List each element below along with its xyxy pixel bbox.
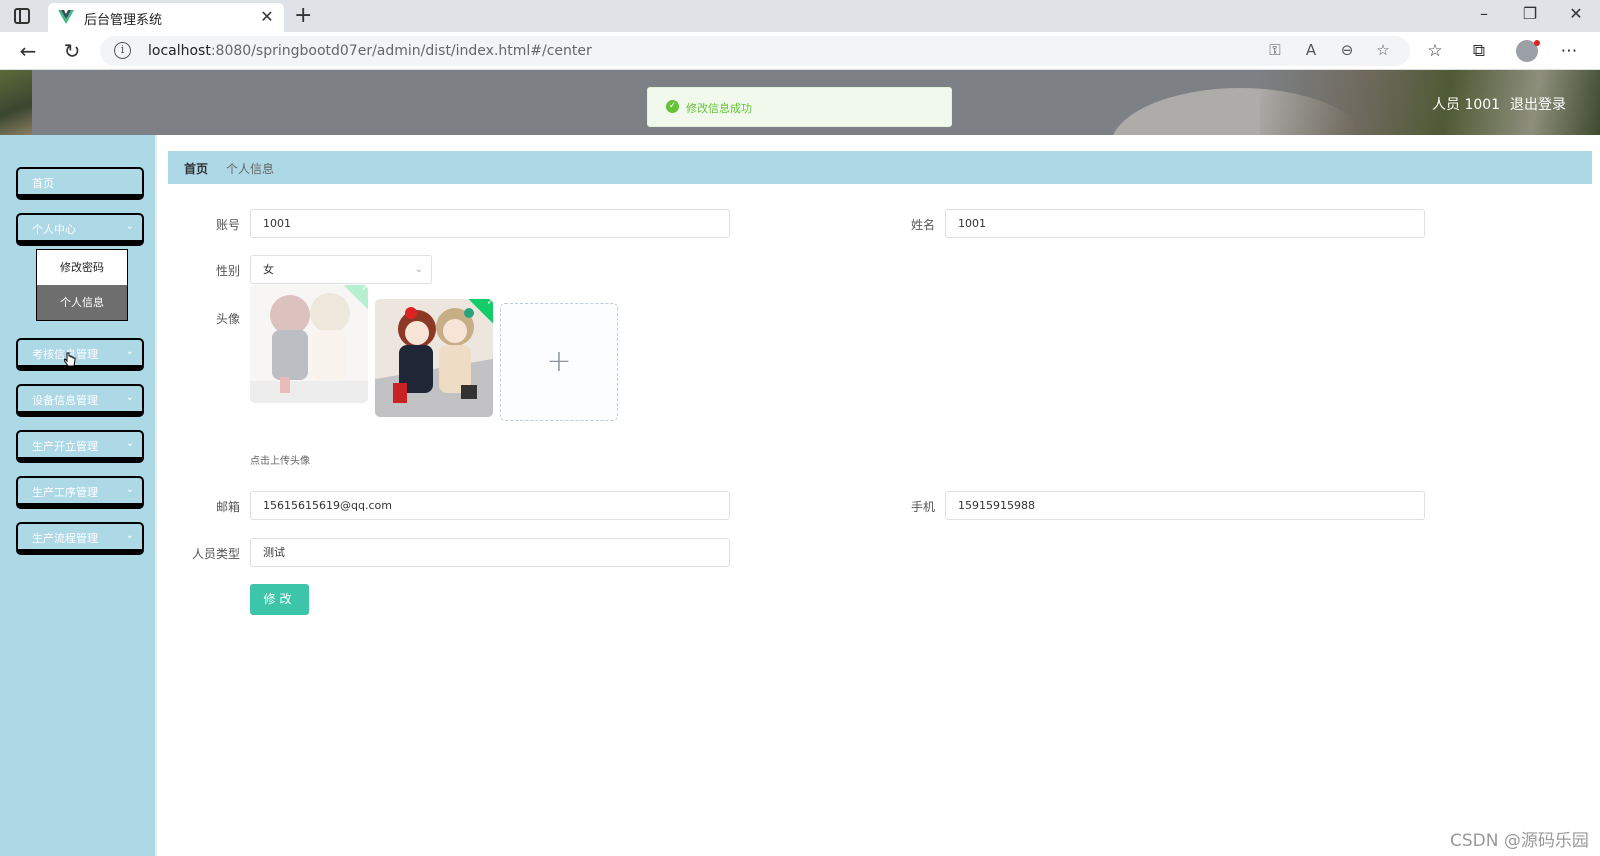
avatar-illustration bbox=[250, 285, 368, 403]
avatar-illustration bbox=[375, 299, 493, 417]
sidebar-item-label: 设备信息管理 bbox=[32, 394, 98, 407]
profile-status-dot bbox=[1534, 40, 1540, 46]
sidebar-item-equipment[interactable]: 设备信息管理 ⌄ bbox=[16, 384, 144, 417]
new-tab-icon[interactable]: + bbox=[294, 3, 312, 28]
logout-link[interactable]: 退出登录 bbox=[1510, 94, 1566, 114]
email-label: 邮箱 bbox=[215, 500, 240, 514]
sidebar-submenu: 修改密码 个人信息 bbox=[36, 249, 128, 321]
sidebar-item-personal-center[interactable]: 个人中心 ⌄ bbox=[16, 213, 144, 246]
sidebar-item-assessment[interactable]: 考核信息管理 ⌄ bbox=[16, 338, 144, 371]
avatar-label: 头像 bbox=[215, 312, 240, 326]
breadcrumb-home[interactable]: 首页 bbox=[184, 160, 208, 177]
browser-tab[interactable]: 后台管理系统 ✕ bbox=[48, 3, 284, 32]
email-field[interactable]: 15615615619@qq.com bbox=[250, 491, 730, 520]
avatar-image-current[interactable]: ✓ bbox=[375, 299, 493, 417]
chevron-down-icon: ⌄ bbox=[125, 221, 134, 232]
plus-icon: + bbox=[546, 344, 572, 379]
toast-message: 修改信息成功 bbox=[686, 102, 752, 115]
avatar-upload-button[interactable]: + bbox=[500, 303, 618, 421]
check-icon: ✓ bbox=[361, 285, 368, 294]
gender-select[interactable]: 女 ⌄ bbox=[250, 255, 432, 284]
read-aloud-icon[interactable]: A bbox=[1300, 41, 1322, 59]
sidebar-item-label: 生产开立管理 bbox=[32, 440, 98, 453]
sidebar-item-production-process[interactable]: 生产工序管理 ⌄ bbox=[16, 476, 144, 509]
submit-button[interactable]: 修改 bbox=[250, 584, 309, 615]
sidebar-item-label: 生产工序管理 bbox=[32, 486, 98, 499]
person-type-label: 人员类型 bbox=[191, 547, 240, 561]
current-user-label: 人员 1001 bbox=[1432, 97, 1501, 113]
avatar-image-previous[interactable]: ✓ bbox=[250, 285, 368, 403]
account-field[interactable]: 1001 bbox=[250, 209, 730, 238]
name-label: 姓名 bbox=[910, 218, 935, 232]
chevron-down-icon: ⌄ bbox=[125, 346, 134, 357]
success-check-icon: ✓ bbox=[666, 100, 679, 113]
sidebar-item-label: 个人中心 bbox=[32, 223, 76, 236]
restore-icon[interactable]: ❐ bbox=[1508, 4, 1552, 23]
zoom-out-icon[interactable]: ⊖ bbox=[1336, 41, 1358, 59]
chevron-down-icon: ⌄ bbox=[125, 392, 134, 403]
chevron-down-icon: ⌄ bbox=[125, 484, 134, 495]
browser-toolbar: ← ↻ i localhost:8080/springbootd07er/adm… bbox=[0, 32, 1600, 70]
phone-label: 手机 bbox=[910, 500, 935, 514]
chevron-down-icon: ⌄ bbox=[125, 530, 134, 541]
tab-actions-icon[interactable] bbox=[14, 8, 30, 24]
url-text[interactable]: localhost:8080/springbootd07er/admin/dis… bbox=[148, 43, 592, 59]
chevron-down-icon: ⌄ bbox=[414, 264, 423, 275]
sidebar-item-label: 首页 bbox=[32, 177, 54, 190]
submenu-item-change-password[interactable]: 修改密码 bbox=[37, 250, 127, 285]
account-label: 账号 bbox=[215, 218, 240, 232]
watermark: CSDN @源码乐园 bbox=[1450, 831, 1589, 851]
browser-tab-bar: 后台管理系统 ✕ + – ❐ ✕ bbox=[0, 0, 1600, 32]
sidebar-item-production-flow[interactable]: 生产流程管理 ⌄ bbox=[16, 522, 144, 555]
site-info-icon[interactable]: i bbox=[114, 42, 131, 59]
back-icon[interactable]: ← bbox=[14, 39, 42, 63]
minimize-icon[interactable]: – bbox=[1462, 4, 1506, 23]
sidebar-item-home[interactable]: 首页 bbox=[16, 167, 144, 200]
phone-field[interactable]: 15915915988 bbox=[945, 491, 1425, 520]
vue-logo-icon bbox=[58, 10, 74, 24]
gender-selected-value: 女 bbox=[263, 263, 274, 276]
sidebar-item-label: 生产流程管理 bbox=[32, 532, 98, 545]
submenu-item-personal-info[interactable]: 个人信息 bbox=[37, 285, 127, 320]
check-icon: ✓ bbox=[486, 299, 493, 308]
collections-icon[interactable]: ⧉ bbox=[1466, 41, 1492, 61]
breadcrumb: 首页 个人信息 bbox=[168, 151, 1592, 184]
favorites-icon[interactable]: ☆ bbox=[1422, 41, 1448, 61]
key-icon[interactable]: ⚿ bbox=[1264, 41, 1286, 59]
more-icon[interactable]: ⋯ bbox=[1556, 41, 1582, 61]
person-type-field[interactable]: 测试 bbox=[250, 538, 730, 567]
header-background-image bbox=[0, 70, 32, 135]
add-favorite-icon[interactable]: ☆ bbox=[1372, 41, 1394, 59]
gender-label: 性别 bbox=[215, 264, 240, 278]
tab-close-icon[interactable]: ✕ bbox=[258, 7, 276, 26]
breadcrumb-current: 个人信息 bbox=[226, 162, 275, 176]
tab-title: 后台管理系统 bbox=[84, 13, 163, 28]
reload-icon[interactable]: ↻ bbox=[58, 39, 86, 63]
address-bar[interactable]: i localhost:8080/springbootd07er/admin/d… bbox=[100, 36, 1410, 66]
name-field[interactable]: 1001 bbox=[945, 209, 1425, 238]
chevron-down-icon: ⌄ bbox=[125, 438, 134, 449]
success-toast: ✓ 修改信息成功 bbox=[647, 87, 952, 127]
sidebar-item-production-open[interactable]: 生产开立管理 ⌄ bbox=[16, 430, 144, 463]
window-close-icon[interactable]: ✕ bbox=[1554, 4, 1598, 23]
avatar-upload-hint: 点击上传头像 bbox=[250, 456, 310, 467]
mouse-cursor-icon bbox=[64, 352, 76, 367]
